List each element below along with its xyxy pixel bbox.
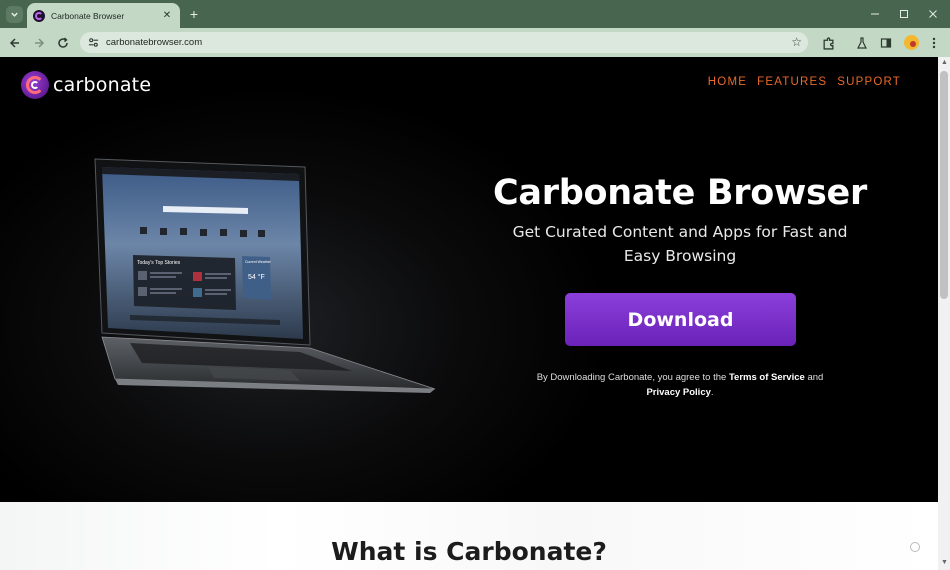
tab-search-button[interactable]: [6, 6, 23, 23]
site-logo[interactable]: carbonate: [21, 70, 151, 100]
hero-subtitle: Get Curated Content and Apps for Fast an…: [512, 223, 848, 265]
terms-suffix: .: [710, 387, 714, 398]
about-title: What is Carbonate?: [331, 537, 607, 566]
arrow-right-icon: [35, 38, 45, 48]
reload-icon: [58, 37, 68, 48]
scroll-thumb[interactable]: [940, 71, 948, 299]
address-bar[interactable]: carbonatebrowser.com ☆: [80, 32, 808, 53]
carbonate-logo-icon: [21, 71, 49, 99]
maximize-icon: [900, 10, 908, 18]
labs-button[interactable]: [852, 33, 872, 53]
browser-toolbar: carbonatebrowser.com ☆: [0, 28, 950, 57]
site-info-icon[interactable]: [86, 36, 100, 50]
side-panel-icon: [880, 38, 892, 48]
privacy-policy-link[interactable]: Privacy Policy: [646, 387, 710, 398]
page-scrollbar[interactable]: ▲ ▼: [938, 57, 950, 570]
minimize-button[interactable]: [862, 4, 888, 24]
maximize-button[interactable]: [891, 4, 917, 24]
terms-of-service-link[interactable]: Terms of Service: [729, 372, 805, 383]
back-to-top-icon[interactable]: [910, 542, 920, 552]
download-button[interactable]: Download: [565, 293, 796, 346]
new-tab-button[interactable]: +: [186, 6, 202, 22]
screen-temperature: 54 °F: [248, 273, 265, 281]
puzzle-icon: [823, 36, 833, 50]
window-close-button[interactable]: [920, 4, 946, 24]
side-panel-button[interactable]: [876, 33, 896, 53]
back-button[interactable]: [5, 33, 25, 53]
screen-stories-title: Today's Top Stories: [137, 260, 181, 266]
menu-button[interactable]: [924, 33, 944, 53]
logo-text: carbonate: [53, 74, 152, 96]
minimize-icon: [871, 13, 879, 15]
main-nav: HOME FEATURES SUPPORT: [708, 76, 901, 88]
tab-close-icon[interactable]: ✕: [160, 9, 174, 23]
chevron-down-icon: [11, 12, 18, 17]
profile-avatar[interactable]: [904, 35, 919, 50]
more-vert-icon: [932, 37, 936, 49]
carbonate-favicon-icon: [33, 9, 45, 22]
about-section: What is Carbonate?: [0, 502, 938, 570]
close-icon: [929, 10, 937, 18]
page-viewport: carbonate HOME FEATURES SUPPORT Today's …: [0, 57, 938, 570]
forward-button[interactable]: [29, 33, 49, 53]
laptop-illustration: Today's Top Stories Current Weather 54 °…: [94, 158, 436, 393]
flask-icon: [857, 37, 867, 49]
extensions-button[interactable]: [818, 33, 838, 53]
terms-prefix: By Downloading Carbonate, you agree to t…: [536, 372, 729, 383]
screen-weather-label: Current Weather: [245, 260, 272, 264]
nav-home[interactable]: HOME: [708, 76, 747, 88]
terms-and: and: [804, 372, 824, 383]
reload-button[interactable]: [53, 33, 73, 53]
url-text[interactable]: carbonatebrowser.com: [106, 37, 202, 48]
terms-notice: By Downloading Carbonate, you agree to t…: [520, 370, 840, 400]
bookmark-star-icon[interactable]: ☆: [791, 35, 802, 49]
scroll-up-icon[interactable]: ▲: [941, 59, 948, 66]
scroll-down-icon[interactable]: ▼: [941, 559, 948, 566]
hero-title: Carbonate Browser: [493, 173, 867, 213]
tab-title: Carbonate Browser: [51, 10, 125, 21]
tab-strip: Carbonate Browser ✕ +: [0, 0, 950, 28]
active-tab[interactable]: Carbonate Browser ✕: [27, 3, 180, 28]
nav-features[interactable]: FEATURES: [757, 76, 827, 88]
nav-support[interactable]: SUPPORT: [837, 76, 901, 88]
hero-section: carbonate HOME FEATURES SUPPORT Today's …: [0, 57, 938, 502]
arrow-left-icon: [9, 38, 19, 48]
